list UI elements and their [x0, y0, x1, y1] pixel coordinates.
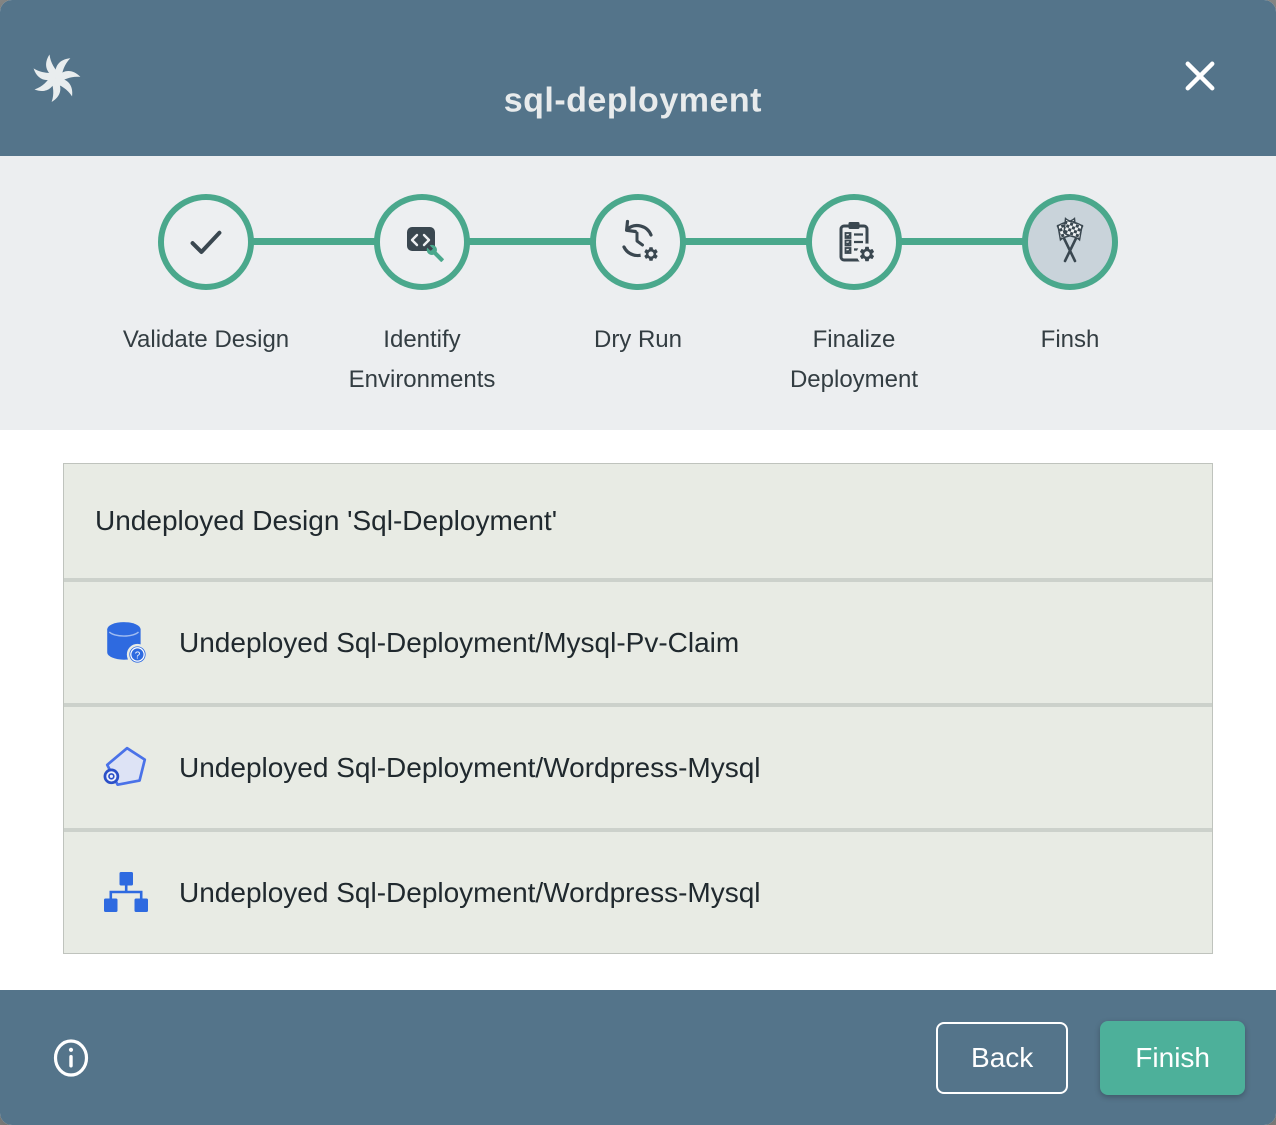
step-circle — [590, 194, 686, 290]
close-button[interactable] — [1176, 52, 1224, 100]
step-label: Finalize Deployment — [766, 320, 942, 400]
dry-run-gear-icon — [614, 218, 662, 266]
dialog-header: sql-deployment — [0, 0, 1276, 156]
svg-text:?: ? — [135, 650, 141, 661]
code-wrench-icon — [398, 218, 446, 266]
step-label: Validate Design — [118, 320, 294, 360]
results-header-text: Undeployed Design 'Sql-Deployment' — [95, 505, 557, 537]
result-row-wordpress-mysql-hierarchy: Undeployed Sql-Deployment/Wordpress-Mysq… — [64, 832, 1212, 953]
step-circle — [374, 194, 470, 290]
back-button[interactable]: Back — [936, 1022, 1068, 1094]
results-panel: Undeployed Design 'Sql-Deployment' ? Und… — [0, 430, 1276, 990]
meshery-logo-icon — [30, 52, 82, 104]
step-label: Dry Run — [550, 320, 726, 360]
info-button[interactable] — [52, 1039, 90, 1077]
deployment-wizard-dialog: sql-deployment Validate Design — [0, 0, 1276, 1125]
result-row-text: Undeployed Sql-Deployment/Wordpress-Mysq… — [179, 877, 761, 909]
step-label: Finsh — [982, 320, 1158, 360]
step-finish: Finsh — [962, 194, 1178, 400]
result-row-wordpress-mysql-pod: Undeployed Sql-Deployment/Wordpress-Mysq… — [64, 707, 1212, 828]
result-row-text: Undeployed Sql-Deployment/Wordpress-Mysq… — [179, 752, 761, 784]
step-circle — [806, 194, 902, 290]
pod-pentagon-icon — [101, 744, 151, 792]
result-row-text: Undeployed Sql-Deployment/Mysql-Pv-Claim — [179, 627, 739, 659]
check-icon — [183, 219, 229, 265]
step-identify-environments: Identify Environments — [314, 194, 530, 400]
dialog-title: sql-deployment — [504, 81, 762, 120]
finish-button[interactable]: Finish — [1100, 1021, 1245, 1095]
close-icon — [1180, 56, 1220, 96]
deployment-results-list: Undeployed Design 'Sql-Deployment' ? Und… — [63, 463, 1213, 954]
step-circle — [158, 194, 254, 290]
dialog-footer: Back Finish — [0, 990, 1276, 1125]
step-finalize-deployment: Finalize Deployment — [746, 194, 962, 400]
result-row-mysql-pv-claim: ? Undeployed Sql-Deployment/Mysql-Pv-Cla… — [64, 582, 1212, 703]
step-label: Identify Environments — [334, 320, 510, 400]
database-icon: ? — [101, 619, 151, 667]
results-header-row: Undeployed Design 'Sql-Deployment' — [64, 464, 1212, 578]
checkered-flags-icon — [1044, 217, 1096, 267]
clipboard-gear-icon — [830, 218, 878, 266]
step-circle — [1022, 194, 1118, 290]
step-dry-run: Dry Run — [530, 194, 746, 400]
hierarchy-icon — [101, 872, 151, 914]
info-icon — [52, 1039, 90, 1077]
step-validate-design: Validate Design — [98, 194, 314, 400]
wizard-stepper: Validate Design Identify Environme — [0, 156, 1276, 430]
